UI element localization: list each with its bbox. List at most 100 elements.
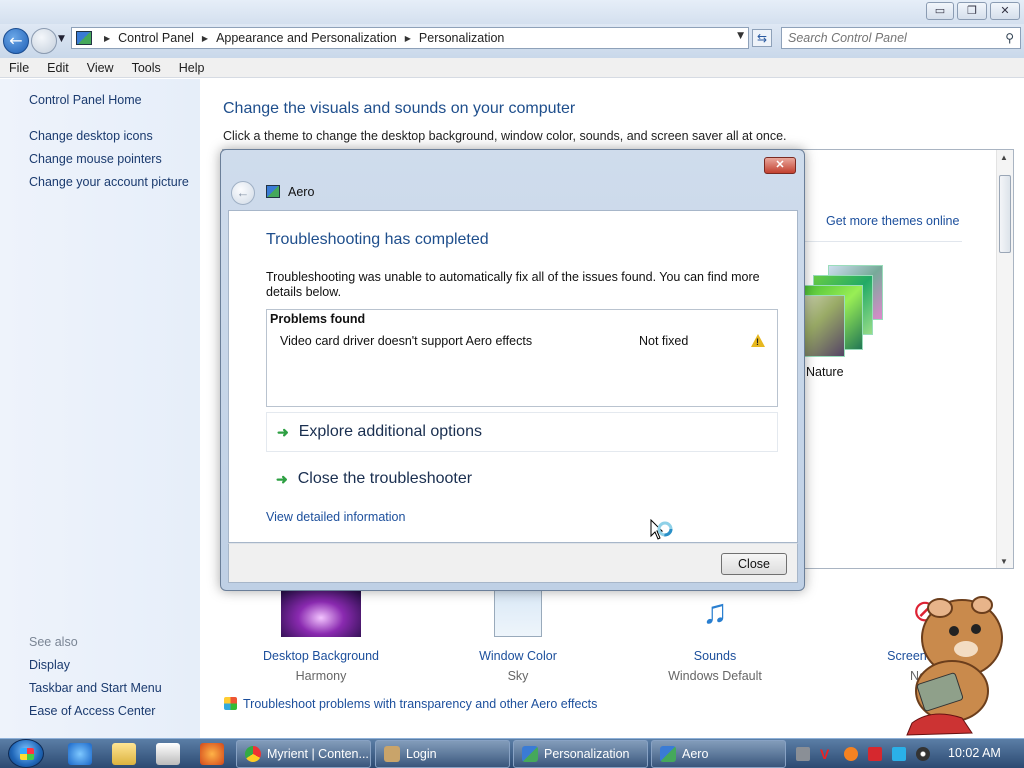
taskbar: Myrient | Conten... Login Personalizatio… <box>0 738 1024 768</box>
change-desktop-icons-link[interactable]: Change desktop icons <box>29 129 153 143</box>
taskbar-button-login[interactable]: Login <box>375 740 510 768</box>
green-arrow-icon: ➜ <box>277 423 289 440</box>
search-box[interactable]: ⚲ <box>781 27 1021 49</box>
search-input[interactable] <box>788 31 994 45</box>
window-titlebar: ▭ ❐ ✕ <box>0 0 1024 24</box>
tray-antivirus-icon[interactable]: V <box>820 747 834 761</box>
tray-search-icon[interactable] <box>844 747 858 761</box>
task-label: Personalization <box>544 747 630 761</box>
warning-exclamation-icon: ! <box>756 337 759 347</box>
troubleshooter-app-icon <box>266 185 280 198</box>
search-icon[interactable]: ⚲ <box>1005 31 1014 45</box>
sounds-value: Windows Default <box>668 669 762 683</box>
page-subtitle: Click a theme to change the desktop back… <box>223 129 787 143</box>
problems-found-panel: Problems found Video card driver doesn't… <box>266 309 778 407</box>
scroll-thumb[interactable] <box>999 175 1011 253</box>
taskbar-start-menu-link[interactable]: Taskbar and Start Menu <box>29 681 162 695</box>
task-label: Myrient | Conten... <box>267 747 369 761</box>
back-button[interactable]: ← <box>3 28 29 54</box>
desktop-background-value: Harmony <box>295 669 347 683</box>
clock[interactable]: 10:02 AM <box>948 746 1001 760</box>
dialog-heading: Troubleshooting has completed <box>266 231 489 248</box>
menu-bar: File Edit View Tools Help <box>0 58 1024 78</box>
sounds-label: Sounds <box>693 649 737 663</box>
sounds-music-icon: ♫ <box>702 593 728 631</box>
breadcrumb-bar[interactable]: ▶ Control Panel ▶ Appearance and Persona… <box>71 27 749 49</box>
left-task-pane: Control Panel Home Change desktop icons … <box>0 79 200 738</box>
breadcrumb-separator-icon[interactable]: ▶ <box>202 34 208 43</box>
menu-view[interactable]: View <box>78 61 123 75</box>
dialog-close-x-button[interactable]: ✕ <box>764 157 796 174</box>
ease-of-access-link[interactable]: Ease of Access Center <box>29 704 155 718</box>
chrome-icon <box>245 746 261 762</box>
forward-button[interactable] <box>31 28 57 54</box>
problem-name: Video card driver doesn't support Aero e… <box>280 334 533 348</box>
tray-volume-icon[interactable] <box>916 747 930 761</box>
dialog-back-button[interactable]: ← <box>231 181 255 205</box>
window-color-item[interactable]: Window Color Sky <box>473 589 563 683</box>
problem-status: Not fixed <box>639 334 689 348</box>
page-title: Change the visuals and sounds on your co… <box>223 100 576 117</box>
get-more-themes-link[interactable]: Get more themes online <box>826 214 959 228</box>
refresh-button[interactable]: ⇆ <box>752 29 772 47</box>
taskbar-button-chrome[interactable]: Myrient | Conten... <box>236 740 371 768</box>
explorer-folder-icon[interactable] <box>112 743 136 765</box>
start-button[interactable] <box>8 739 44 768</box>
nature-theme-label[interactable]: Nature <box>806 365 844 379</box>
green-arrow-icon: ➜ <box>276 470 288 487</box>
desktop-background-item[interactable]: Desktop Background Harmony <box>262 589 380 683</box>
dialog-title: Aero <box>288 185 315 199</box>
tray-flag-icon[interactable] <box>868 747 882 761</box>
close-window-button[interactable]: ✕ <box>990 2 1020 20</box>
display-link[interactable]: Display <box>29 658 70 672</box>
internet-explorer-icon[interactable] <box>68 743 92 765</box>
breadcrumb-personalization[interactable]: Personalization <box>419 31 504 45</box>
aero-troubleshoot-label: Troubleshoot problems with transparency … <box>243 697 598 711</box>
taskbar-button-aero[interactable]: Aero <box>651 740 786 768</box>
media-player-icon[interactable] <box>156 743 180 765</box>
minimize-button[interactable]: ▭ <box>926 2 954 20</box>
aero-troubleshooter-dialog: ✕ ← Aero Troubleshooting has completed T… <box>220 149 805 591</box>
window-color-label: Window Color <box>479 649 557 663</box>
maximize-button[interactable]: ❐ <box>957 2 987 20</box>
taskbar-button-personalization[interactable]: Personalization <box>513 740 648 768</box>
scroll-up-icon[interactable]: ▲ <box>1000 153 1008 162</box>
sounds-item[interactable]: ♫ Sounds Windows Default <box>660 589 770 683</box>
aero-troubleshoot-link[interactable]: Troubleshoot problems with transparency … <box>224 697 597 711</box>
dialog-footer: Close <box>228 543 798 583</box>
address-dropdown-icon[interactable]: ▼ <box>737 31 744 41</box>
view-detailed-info-link[interactable]: View detailed information <box>266 510 405 524</box>
window-color-swatch-icon <box>494 589 542 637</box>
tray-network-icon[interactable] <box>892 747 906 761</box>
explore-options-label: Explore additional options <box>298 423 482 440</box>
control-panel-icon <box>522 746 538 762</box>
harmony-wallpaper-thumbnail <box>281 589 361 637</box>
menu-edit[interactable]: Edit <box>38 61 78 75</box>
menu-file[interactable]: File <box>0 61 38 75</box>
control-panel-home-link[interactable]: Control Panel Home <box>29 93 142 107</box>
menu-tools[interactable]: Tools <box>123 61 170 75</box>
explore-options-button[interactable]: ➜ Explore additional options <box>266 412 778 452</box>
windows-logo-icon <box>20 748 34 760</box>
recent-pages-dropdown[interactable]: ▼ <box>58 34 65 44</box>
breadcrumb-control-panel[interactable]: Control Panel <box>118 31 194 45</box>
breadcrumb: ▶ Control Panel ▶ Appearance and Persona… <box>72 28 504 48</box>
user-icon <box>384 746 400 762</box>
close-button[interactable]: Close <box>721 553 787 575</box>
close-troubleshooter-button[interactable]: ➜ Close the troubleshooter <box>266 459 778 499</box>
hamster-mascot-icon <box>906 596 1003 736</box>
scroll-down-icon[interactable]: ▼ <box>1000 557 1008 566</box>
task-label: Aero <box>682 747 709 761</box>
change-account-picture-link[interactable]: Change your account picture <box>29 175 189 189</box>
breadcrumb-appearance[interactable]: Appearance and Personalization <box>216 31 397 45</box>
breadcrumb-separator-icon[interactable]: ▶ <box>405 34 411 43</box>
troubleshooter-app-icon <box>660 746 676 762</box>
menu-help[interactable]: Help <box>170 61 214 75</box>
tray-app-icon[interactable] <box>796 747 810 761</box>
breadcrumb-separator-icon[interactable]: ▶ <box>104 34 110 43</box>
firefox-icon[interactable] <box>200 743 224 765</box>
change-mouse-pointers-link[interactable]: Change mouse pointers <box>29 152 162 166</box>
desktop-background-label: Desktop Background <box>262 649 380 663</box>
task-label: Login <box>406 747 437 761</box>
theme-scrollbar[interactable]: ▲ ▼ <box>996 150 1013 568</box>
